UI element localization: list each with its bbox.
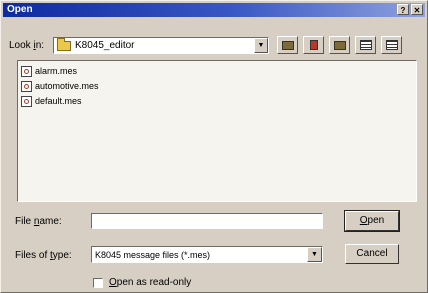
look-in-label: Look in: [9,40,45,51]
desktop-button[interactable] [303,36,324,54]
file-name: default.mes [35,96,82,106]
file-icon [21,95,32,107]
look-in-dropdown[interactable]: K8045_editor ▼ [53,37,269,54]
cancel-button[interactable]: Cancel [345,244,399,264]
new-folder-button[interactable] [329,36,350,54]
file-type-value: K8045 message files (*.mes) [95,250,211,260]
open-dialog: Open ? ✕ Look in: K8045_editor ▼ alarm.m… [0,0,428,293]
read-only-checkbox[interactable] [93,278,103,288]
file-name-input[interactable] [91,213,323,229]
file-name-label: File name: [15,216,62,227]
file-name: automotive.mes [35,81,99,91]
chevron-down-icon[interactable]: ▼ [254,38,268,53]
read-only-label[interactable]: Open as read-only [109,277,191,288]
list-view-button[interactable] [355,36,376,54]
file-type-dropdown[interactable]: K8045 message files (*.mes) ▼ [91,246,323,263]
title-bar[interactable]: Open ? ✕ [3,3,425,17]
file-icon [21,80,32,92]
details-view-icon [385,40,398,50]
file-item[interactable]: alarm.mes [21,65,416,77]
dialog-title: Open [7,4,33,15]
file-name: alarm.mes [35,66,78,76]
details-view-button[interactable] [381,36,402,54]
chevron-down-icon[interactable]: ▼ [307,247,322,262]
up-folder-button[interactable] [277,36,298,54]
up-folder-icon [281,40,294,50]
toolbar [277,36,402,54]
desktop-icon [309,40,318,50]
close-button[interactable]: ✕ [411,4,423,15]
file-item[interactable]: automotive.mes [21,80,416,92]
file-item[interactable]: default.mes [21,95,416,107]
list-view-icon [359,40,372,50]
open-button[interactable]: Open [344,210,400,232]
look-in-value: K8045_editor [75,40,135,51]
new-folder-icon [333,40,346,50]
file-list[interactable]: alarm.mes automotive.mes default.mes [17,60,417,202]
file-type-label: Files of type: [15,250,72,261]
folder-icon [57,37,71,51]
help-button[interactable]: ? [397,4,409,15]
file-icon [21,65,32,77]
